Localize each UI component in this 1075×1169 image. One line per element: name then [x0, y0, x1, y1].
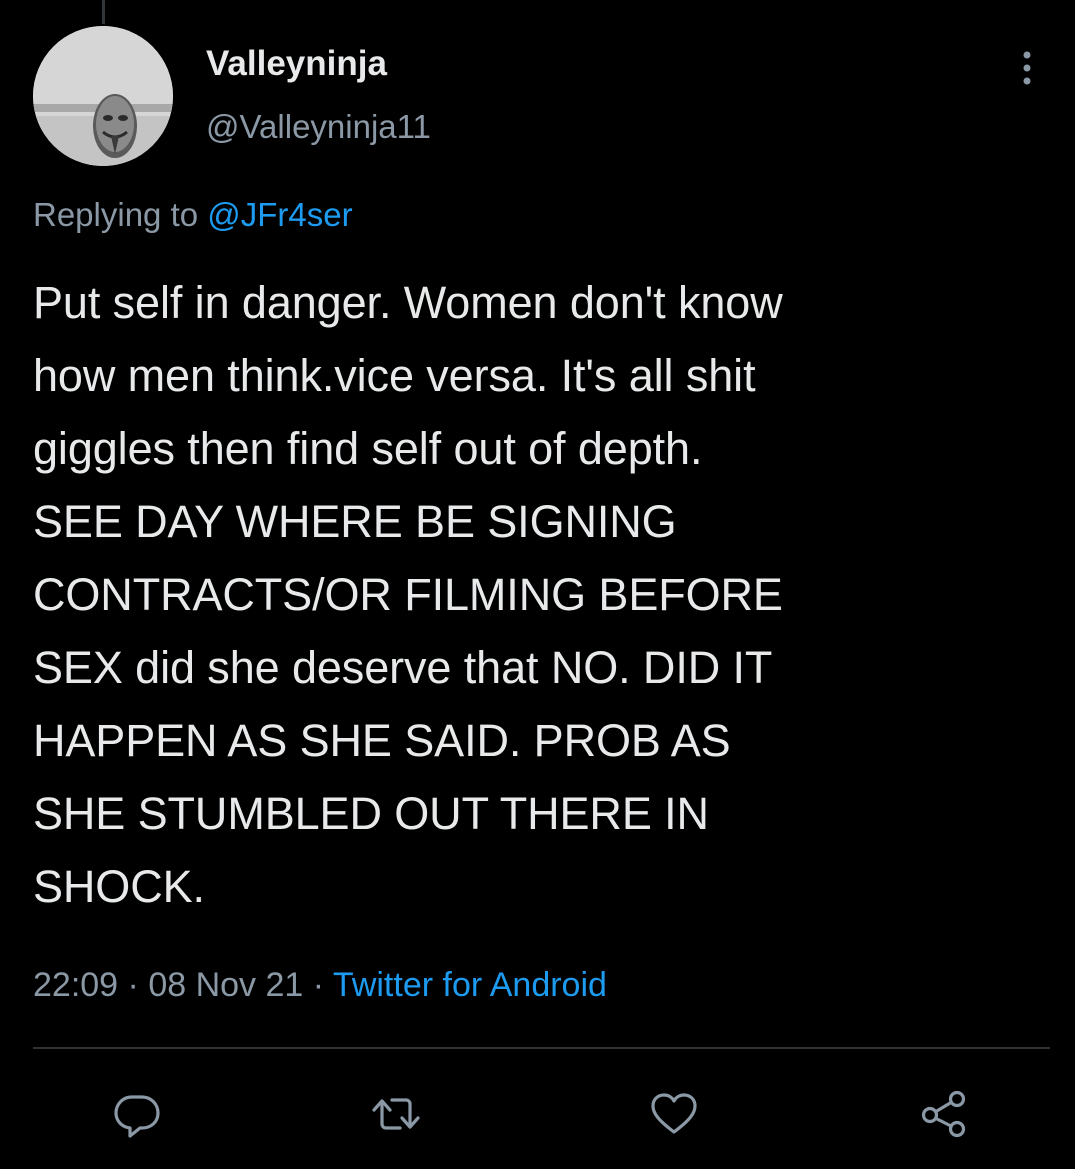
like-icon: [651, 1093, 697, 1134]
tweet-time[interactable]: 22:09: [33, 966, 118, 1004]
avatar[interactable]: [33, 26, 173, 166]
tweet-metadata: 22:09 · 08 Nov 21 · Twitter for Android: [33, 966, 607, 1005]
divider: [33, 1047, 1050, 1049]
tweet-source[interactable]: Twitter for Android: [333, 966, 607, 1004]
tweet-date[interactable]: 08 Nov 21: [148, 966, 303, 1004]
retweet-button[interactable]: [370, 1088, 422, 1140]
meta-separator: ·: [118, 966, 149, 1004]
meta-separator: ·: [303, 966, 333, 1004]
retweet-icon: [372, 1098, 420, 1130]
replying-to-mention[interactable]: @JFr4ser: [207, 196, 352, 233]
tweet-text: Put self in danger. Women don't know how…: [33, 277, 783, 912]
share-button[interactable]: [918, 1088, 970, 1140]
thread-connector-line: [102, 0, 105, 24]
display-name[interactable]: Valleyninja: [206, 44, 387, 84]
like-button[interactable]: [648, 1088, 700, 1140]
replying-to-line: Replying to @JFr4ser: [33, 196, 353, 234]
reply-button[interactable]: [111, 1088, 163, 1140]
share-icon: [921, 1090, 966, 1138]
avatar-mask-image: [33, 26, 173, 166]
more-vertical-icon[interactable]: [1012, 48, 1042, 88]
reply-icon: [114, 1095, 160, 1138]
replying-to-prefix: Replying to: [33, 196, 208, 233]
user-handle[interactable]: @Valleyninja11: [206, 108, 431, 146]
